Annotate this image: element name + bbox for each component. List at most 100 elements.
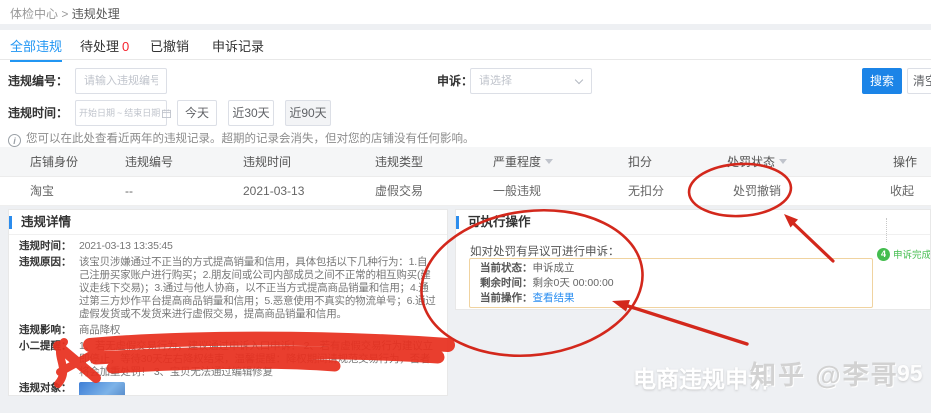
field-violation-target: 违规对象： [19, 382, 437, 396]
field-label: 违规对象： [19, 382, 79, 396]
tab-revoked[interactable]: 已撤销 [150, 36, 189, 55]
watermark-zhihu-author: 知乎 @李哥 [750, 355, 899, 392]
start-date-placeholder: 开始日期 [79, 101, 115, 125]
clear-button[interactable]: 清空 [907, 68, 931, 94]
appeal-status-box: 当前状态：申诉成立 剩余时间：剩余0天 00:00:00 当前操作：查看结果 [469, 258, 873, 308]
date-range-separator: ~ [117, 101, 122, 125]
tab-label: 申诉记录 [212, 39, 264, 54]
step-label: 申诉完成 [893, 247, 931, 261]
row-severity: 一般违规 [493, 177, 541, 206]
appeal-complete-step: 4 申诉完成 [877, 247, 931, 261]
breadcrumb-separator: > [61, 7, 68, 21]
table-header: 店铺身份 违规编号 违规时间 违规类型 严重程度 扣分 处罚状态 操作 [0, 147, 931, 177]
tab-bar: 全部违规 待处理0 已撤销 申诉记录 [0, 30, 931, 60]
col-actions: 操作 [893, 147, 917, 177]
col-violation-time: 违规时间 [243, 147, 291, 177]
current-status-line: 当前状态：申诉成立 [480, 261, 862, 276]
violation-target-area [79, 382, 437, 396]
date-range-picker[interactable]: 开始日期 ~ 结束日期 [75, 100, 167, 126]
row-time: 2021-03-13 [243, 177, 304, 206]
tab-pending[interactable]: 待处理0 [80, 36, 129, 55]
appeal-select[interactable]: 请选择 [470, 68, 592, 94]
violation-detail-fields: 违规时间： 2021-03-13 13:35:45 违规原因： 该宝贝涉嫌通过不… [9, 235, 447, 396]
accent-bar [9, 216, 12, 229]
filter-row-1: 违规编号： 申诉： 请选择 搜索 清空 [0, 68, 931, 94]
step-number-icon: 4 [877, 248, 890, 261]
field-value: 1、若无虚假交易行为，建议通过申诉入口申诉！ 2、若有虚假交易行为建议立即停止，… [79, 340, 437, 379]
appeal-hint: 如对处罚有异议可进行申诉： [470, 243, 620, 259]
collapse-link[interactable]: 收起 [890, 177, 914, 206]
current-operation-line: 当前操作：查看结果 [480, 291, 862, 306]
search-button[interactable]: 搜索 [862, 68, 902, 94]
breadcrumb-parent[interactable]: 体检中心 [10, 7, 58, 21]
current-status-value: 申诉成立 [533, 262, 575, 274]
col-severity: 严重程度 [493, 147, 553, 177]
violation-detail-title: 违规详情 [21, 215, 71, 229]
current-status-label: 当前状态： [480, 262, 533, 274]
tab-label: 全部违规 [10, 39, 62, 54]
appeal-label: 申诉： [437, 68, 473, 94]
field-violation-reason: 违规原因： 该宝贝涉嫌通过不正当的方式提高销量和信用，具体包括以下几种行为：1.… [19, 256, 437, 321]
col-penalty-status: 处罚状态 [727, 147, 787, 177]
field-label: 违规影响： [19, 324, 79, 337]
tab-appeal-records[interactable]: 申诉记录 [212, 36, 264, 55]
tab-label: 待处理 [80, 39, 119, 54]
end-date-placeholder: 结束日期 [124, 101, 160, 125]
breadcrumb-current: 违规处理 [72, 7, 120, 21]
chevron-down-icon [575, 76, 583, 84]
accent-bar [456, 216, 459, 229]
field-violation-impact: 违规影响： 商品降权 [19, 324, 437, 337]
row-status: 处罚撤销 [733, 177, 781, 206]
violation-detail-header: 违规详情 [9, 210, 447, 235]
pending-count-badge: 0 [122, 39, 129, 54]
col-penalty-status-label: 处罚状态 [727, 155, 775, 169]
violation-no-label: 违规编号： [8, 68, 68, 94]
executable-actions-header: 可执行操作 [456, 210, 930, 235]
field-value: 2021-03-13 13:35:45 [79, 240, 437, 253]
status-filter-icon[interactable] [779, 159, 787, 164]
field-value: 商品降权 [79, 324, 437, 337]
step-connector-dotted-line [886, 218, 887, 242]
filter-row-2: 违规时间： 开始日期 ~ 结束日期 今天 近30天 近90天 [0, 100, 931, 126]
row-shop: 淘宝 [30, 177, 54, 206]
row-type: 虚假交易 [375, 177, 423, 206]
breadcrumb: 体检中心 > 违规处理 [10, 5, 120, 22]
violation-no-input[interactable] [75, 68, 167, 94]
product-thumbnail[interactable] [79, 382, 125, 396]
tab-active-underline [10, 60, 62, 62]
row-no: -- [125, 177, 133, 206]
field-label: 违规时间： [19, 240, 79, 253]
col-violation-type: 违规类型 [375, 147, 423, 177]
quick-30days-button[interactable]: 近30天 [228, 100, 274, 126]
field-violation-time: 违规时间： 2021-03-13 13:35:45 [19, 240, 437, 253]
top-bar: 体检中心 > 违规处理 [0, 0, 931, 24]
field-value: 该宝贝涉嫌通过不正当的方式提高销量和信用，具体包括以下几种行为：1.自己注册买家… [79, 256, 437, 321]
appeal-select-placeholder: 请选择 [479, 75, 512, 87]
tab-label: 已撤销 [150, 39, 189, 54]
col-shop-identity: 店铺身份 [30, 147, 78, 177]
field-label: 违规原因： [19, 256, 79, 321]
quick-today-button[interactable]: 今天 [177, 100, 217, 126]
view-result-link[interactable]: 查看结果 [533, 292, 575, 304]
info-icon: i [8, 134, 21, 147]
violation-time-label: 违规时间： [8, 100, 68, 126]
notice-text: 您可以在此处查看近两年的违规记录。超期的记录会消失，但对您的店铺没有任何影响。 [26, 133, 475, 145]
col-points: 扣分 [628, 147, 652, 177]
arrow-to-appeal [628, 306, 747, 344]
col-violation-no: 违规编号 [125, 147, 173, 177]
watermark-number-tail: 95 [897, 360, 923, 387]
row-points: 无扣分 [628, 177, 664, 206]
violation-detail-card: 违规详情 违规时间： 2021-03-13 13:35:45 违规原因： 该宝贝… [8, 209, 448, 396]
quick-90days-button[interactable]: 近90天 [285, 100, 331, 126]
executable-actions-card: 可执行操作 如对处罚有异议可进行申诉： 当前状态：申诉成立 剩余时间：剩余0天 … [455, 209, 931, 310]
executable-actions-title: 可执行操作 [468, 215, 531, 229]
calendar-icon [162, 109, 171, 118]
severity-filter-icon[interactable] [545, 159, 553, 164]
remaining-time-label: 剩余时间： [480, 277, 533, 289]
tab-all-violations[interactable]: 全部违规 [10, 36, 62, 55]
records-notice: i 您可以在此处查看近两年的违规记录。超期的记录会消失，但对您的店铺没有任何影响。 [8, 130, 475, 147]
table-row: 淘宝 -- 2021-03-13 虚假交易 一般违规 无扣分 处罚撤销 收起 [0, 177, 931, 206]
field-staff-reminder: 小二提醒： 1、若无虚假交易行为，建议通过申诉入口申诉！ 2、若有虚假交易行为建… [19, 340, 437, 379]
watermark-appeal-service: 电商违规申诉 [633, 360, 771, 394]
current-operation-label: 当前操作： [480, 292, 533, 304]
